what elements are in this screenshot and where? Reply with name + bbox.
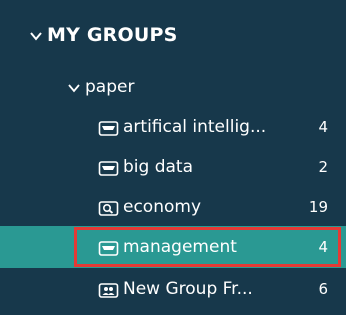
group-count: 4: [318, 118, 328, 136]
group-count: 2: [318, 158, 328, 176]
my-groups-header[interactable]: MY GROUPS: [0, 14, 346, 56]
group-count: 4: [318, 238, 328, 256]
groups-sidebar: MY GROUPS paper artifical intellig... 4 …: [0, 0, 346, 315]
group-item-big-data[interactable]: big data 2: [0, 146, 346, 188]
folder-label: paper: [85, 77, 135, 97]
group-item-artificial-intelligence[interactable]: artifical intellig... 4: [0, 106, 346, 148]
chevron-down-icon[interactable]: [30, 30, 42, 41]
group-label: big data: [123, 157, 194, 177]
group-label: economy: [123, 197, 202, 217]
smart-group-icon: [98, 120, 119, 137]
chevron-down-icon[interactable]: [68, 82, 80, 93]
smart-group-icon: [98, 160, 119, 177]
group-item-new-group[interactable]: New Group Fr... 6: [0, 268, 346, 310]
group-item-management[interactable]: management 4: [0, 226, 346, 268]
group-label: artifical intellig...: [123, 117, 267, 137]
group-count: 19: [308, 198, 328, 216]
group-label: New Group Fr...: [123, 279, 253, 299]
search-group-icon: [98, 200, 119, 217]
group-item-economy[interactable]: economy 19: [0, 186, 346, 228]
folder-paper[interactable]: paper: [0, 66, 346, 108]
group-count: 6: [318, 280, 328, 298]
my-groups-label: MY GROUPS: [47, 24, 178, 46]
group-label: management: [123, 237, 237, 257]
smart-group-icon: [98, 240, 119, 257]
shared-group-icon: [98, 282, 119, 299]
